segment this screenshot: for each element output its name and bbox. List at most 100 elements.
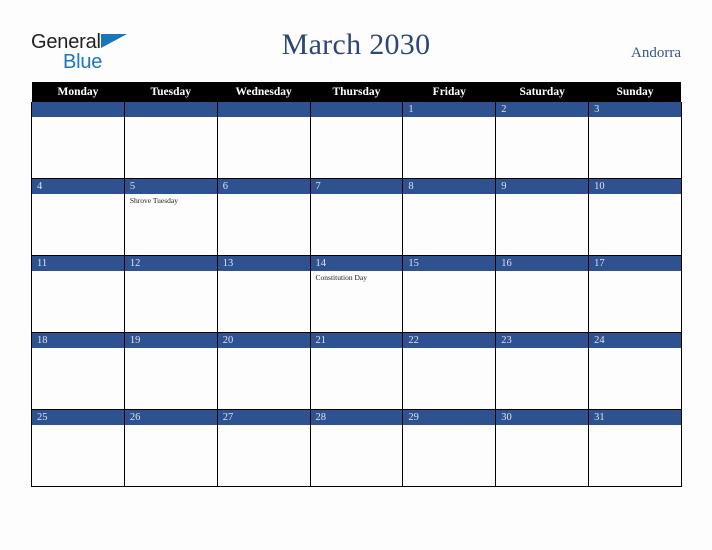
weekday-header-monday: Monday [31, 82, 125, 102]
day-event-area [311, 117, 403, 119]
calendar-day-cell[interactable]: 28 [309, 409, 404, 487]
day-event-area [218, 271, 310, 273]
day-event-area [218, 348, 310, 350]
day-event-area [589, 194, 681, 196]
calendar-day-cell[interactable]: 4 [31, 178, 125, 256]
day-number [310, 102, 403, 117]
calendar-day-cell[interactable]: 30 [495, 409, 590, 487]
calendar-day-cell[interactable]: 24 [588, 332, 682, 410]
calendar-week-row: 4 5 Shrove Tuesday 6 7 8 9 10 [31, 178, 682, 256]
day-event-area [496, 348, 588, 350]
day-event-area [496, 425, 588, 427]
holiday-label: Constitution Day [315, 273, 367, 282]
day-number: 11 [32, 256, 124, 271]
calendar-day-cell[interactable]: 26 [123, 409, 218, 487]
calendar-day-cell[interactable]: 15 [402, 255, 497, 333]
day-number: 8 [403, 179, 496, 194]
calendar-day-cell[interactable]: 16 [495, 255, 590, 333]
day-number: 28 [310, 410, 403, 425]
day-event-area [589, 117, 681, 119]
calendar-day-cell[interactable]: 25 [31, 409, 125, 487]
day-event-area [125, 117, 217, 119]
calendar-day-cell[interactable]: 12 [123, 255, 218, 333]
day-event-area [311, 194, 403, 196]
calendar-day-cell[interactable]: 22 [402, 332, 497, 410]
calendar-day-cell[interactable]: 11 [31, 255, 125, 333]
weekday-header-thursday: Thursday [310, 82, 403, 102]
calendar-day-cell[interactable]: 2 [495, 102, 590, 179]
day-number: 7 [310, 179, 403, 194]
day-event-area [496, 194, 588, 196]
day-event-area [589, 348, 681, 350]
calendar-week-row: 18 19 20 21 22 23 24 [31, 332, 682, 410]
calendar-grid: Monday Tuesday Wednesday Thursday Friday… [31, 82, 682, 487]
calendar-body: 1 2 3 4 5 Shrove Tuesday 6 7 8 9 10 11 12 13 14 Constit… [31, 102, 682, 487]
calendar-week-row: 11 12 13 14 Constitution Day 15 16 17 [31, 255, 682, 333]
calendar-day-cell[interactable]: 18 [31, 332, 125, 410]
day-number: 24 [589, 333, 681, 348]
calendar-day-cell[interactable]: 20 [216, 332, 311, 410]
weekday-header-tuesday: Tuesday [124, 82, 218, 102]
calendar-day-cell[interactable]: 19 [123, 332, 218, 410]
page-title: March 2030 [281, 28, 431, 61]
page-header: General Blue March 2030 Andorra [0, 0, 712, 82]
day-number: 14 [310, 256, 403, 271]
day-number: 4 [32, 179, 124, 194]
calendar-day-cell[interactable]: 14 Constitution Day [309, 255, 404, 333]
day-event-area [403, 348, 495, 350]
day-number: 2 [496, 102, 589, 117]
calendar-day-cell[interactable]: 13 [216, 255, 311, 333]
day-event-area [589, 271, 681, 273]
calendar-day-cell[interactable]: 31 [588, 409, 682, 487]
day-event-area [589, 425, 681, 427]
day-number: 1 [403, 102, 496, 117]
day-event-area [218, 194, 310, 196]
calendar-day-cell[interactable]: 10 [588, 178, 682, 256]
calendar-day-cell[interactable]: 9 [495, 178, 590, 256]
calendar-day-cell[interactable]: 23 [495, 332, 590, 410]
day-number: 22 [403, 333, 496, 348]
calendar-day-cell[interactable]: 1 [402, 102, 497, 179]
day-number: 13 [217, 256, 310, 271]
calendar-week-row: 25 26 27 28 29 30 31 [31, 409, 682, 487]
weekday-header-friday: Friday [402, 82, 496, 102]
holiday-label: Shrove Tuesday [129, 196, 178, 205]
day-event-area [218, 117, 310, 119]
day-event-area [403, 194, 495, 196]
weekday-header-saturday: Saturday [495, 82, 589, 102]
day-number: 5 [124, 179, 217, 194]
calendar-day-cell[interactable]: 21 [309, 332, 404, 410]
day-number: 31 [589, 410, 681, 425]
day-number [217, 102, 310, 117]
calendar-day-cell[interactable]: 8 [402, 178, 497, 256]
day-number: 23 [496, 333, 589, 348]
day-number: 29 [403, 410, 496, 425]
day-event-area [311, 348, 403, 350]
day-number: 30 [496, 410, 589, 425]
calendar-day-cell[interactable]: 3 [588, 102, 682, 179]
day-number [124, 102, 217, 117]
day-number: 6 [217, 179, 310, 194]
day-number: 10 [589, 179, 681, 194]
day-number: 16 [496, 256, 589, 271]
country-label: Andorra [631, 45, 681, 61]
calendar-day-cell[interactable]: 7 [309, 178, 404, 256]
day-number: 15 [403, 256, 496, 271]
day-number: 26 [124, 410, 217, 425]
day-event-area [32, 425, 124, 427]
day-event-area [125, 425, 217, 427]
calendar-day-cell[interactable]: 29 [402, 409, 497, 487]
day-event-area [32, 194, 124, 196]
calendar-day-cell[interactable]: 6 [216, 178, 311, 256]
calendar-day-cell[interactable]: 27 [216, 409, 311, 487]
day-event-area: Shrove Tuesday [125, 194, 217, 206]
day-number: 3 [589, 102, 681, 117]
day-number: 21 [310, 333, 403, 348]
calendar-day-cell[interactable]: 5 Shrove Tuesday [123, 178, 218, 256]
calendar-empty-cell [31, 102, 125, 179]
calendar-day-cell[interactable]: 17 [588, 255, 682, 333]
day-number: 17 [589, 256, 681, 271]
day-event-area [32, 117, 124, 119]
weekday-header-sunday: Sunday [588, 82, 682, 102]
weekday-header-wednesday: Wednesday [217, 82, 311, 102]
